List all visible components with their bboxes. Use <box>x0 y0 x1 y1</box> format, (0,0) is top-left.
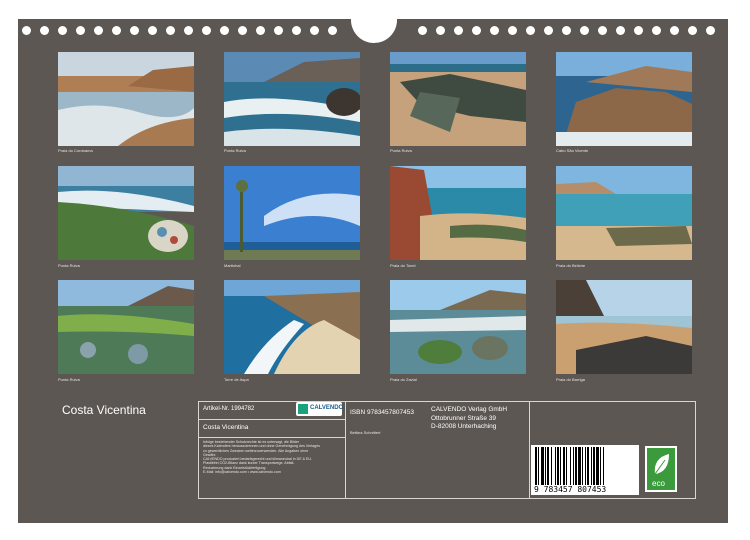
binding-hole <box>292 26 301 35</box>
logo-text: CALVENDO <box>310 405 344 411</box>
photo-thumbnail <box>390 166 526 260</box>
article-number: Artikel-Nr. 1994782 <box>203 406 255 412</box>
binding-hole <box>220 26 229 35</box>
photo-caption: Torre de Aspa <box>224 377 249 382</box>
photo-caption: Punta Ruiva <box>58 263 80 268</box>
binding-hole <box>94 26 103 35</box>
binding-hole <box>652 26 661 35</box>
binding-hole <box>238 26 247 35</box>
photo-caption: Praia do Zavial <box>390 377 417 382</box>
divider <box>345 402 346 498</box>
binding-hole <box>58 26 67 35</box>
photo-thumbnail <box>58 52 194 146</box>
binding-hole <box>490 26 499 35</box>
photo-thumbnail <box>556 166 692 260</box>
calendar-name: Costa Vicentina <box>203 424 249 431</box>
binding-hole <box>508 26 517 35</box>
photo-thumbnail <box>556 52 692 146</box>
binding-hole <box>670 26 679 35</box>
photo-caption: Cabo São Vicente <box>556 148 589 153</box>
divider <box>199 437 345 438</box>
binding-hole <box>148 26 157 35</box>
photo-thumbnail <box>556 280 692 374</box>
eco-badge: eco <box>645 446 677 492</box>
photo-caption: Praia do Barriga <box>556 377 585 382</box>
binding-hole <box>202 26 211 35</box>
binding-hole <box>436 26 445 35</box>
binding-hole <box>184 26 193 35</box>
barcode-bars <box>535 447 604 485</box>
binding-hole <box>256 26 265 35</box>
barcode: 9 783457 807453 <box>531 445 639 495</box>
photo-thumbnail <box>224 280 360 374</box>
binding-hole <box>310 26 319 35</box>
legal-text: Infolge bestehender Schutzrechte ist es … <box>203 440 320 475</box>
binding-hole <box>706 26 715 35</box>
binding-hole <box>418 26 427 35</box>
photo-caption: Praia do Cordoama <box>58 148 93 153</box>
photo-caption: Praia do Tonel <box>390 263 416 268</box>
photo-thumbnail <box>58 280 194 374</box>
photo-caption: Punta Ruiva <box>58 377 80 382</box>
binding-hole <box>688 26 697 35</box>
photo-thumbnail <box>390 280 526 374</box>
photo-caption: Praia do Beliche <box>556 263 586 268</box>
eco-label: eco <box>652 479 665 488</box>
binding-hole <box>634 26 643 35</box>
calvendo-logo: CALVENDO <box>296 402 344 416</box>
binding-hole <box>454 26 463 35</box>
binding-hole <box>112 26 121 35</box>
author: Bettina Schnittert <box>350 430 381 435</box>
photo-thumbnail <box>58 166 194 260</box>
photo-thumbnail <box>224 52 360 146</box>
publisher-address: CALVENDO Verlag GmbH Ottobrunner Straße … <box>431 406 508 430</box>
binding-hole <box>562 26 571 35</box>
binding-hole <box>544 26 553 35</box>
binding-hole <box>328 26 337 35</box>
photo-thumbnail <box>224 166 360 260</box>
binding-hole <box>40 26 49 35</box>
binding-hole <box>22 26 31 35</box>
photo-caption: Martinhal <box>224 263 241 268</box>
binding-hole <box>166 26 175 35</box>
photo-thumbnail <box>390 52 526 146</box>
binding-hole <box>598 26 607 35</box>
logo-mark-icon <box>298 404 308 414</box>
binding-hole <box>580 26 589 35</box>
binding-hole <box>76 26 85 35</box>
divider <box>529 402 530 498</box>
divider <box>199 419 345 420</box>
isbn: ISBN 9783457807453 <box>350 409 414 416</box>
binding-hole <box>130 26 139 35</box>
photo-caption: Punta Ruiva <box>224 148 246 153</box>
binding-hole <box>274 26 283 35</box>
binding-hole <box>616 26 625 35</box>
binding-hole <box>526 26 535 35</box>
photo-caption: Punta Ruiva <box>390 148 412 153</box>
calendar-title: Costa Vicentina <box>62 403 146 417</box>
barcode-number: 9 783457 807453 <box>534 485 607 494</box>
binding-hole <box>472 26 481 35</box>
